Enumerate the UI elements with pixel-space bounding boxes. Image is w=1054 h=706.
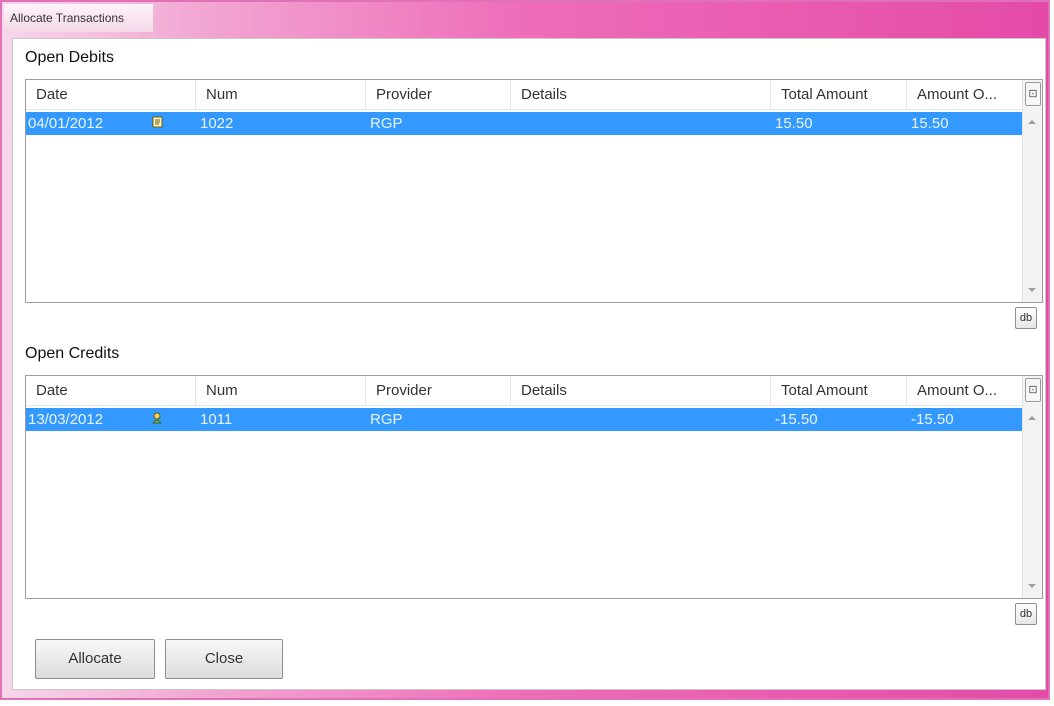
allocate-transactions-window: Allocate Transactions Open Debits Date N… (0, 0, 1050, 700)
column-header-details[interactable]: Details (511, 80, 771, 110)
open-credits-title: Open Credits (25, 345, 120, 362)
open-debits-header: Date Num Provider Details Total Amount A… (26, 80, 1024, 110)
cell-amount-outstanding: 15.50 (911, 115, 949, 132)
db-icon: db (1019, 608, 1033, 620)
open-credits-header: Date Num Provider Details Total Amount A… (26, 376, 1024, 406)
open-credits-scrollbar[interactable]: ⊡ (1022, 376, 1042, 598)
cell-num: 1022 (200, 115, 234, 132)
column-header-amount-outstanding[interactable]: Amount O... (907, 376, 1024, 406)
cell-details (513, 408, 515, 431)
open-debits-scrollbar[interactable]: ⊡ (1022, 80, 1042, 302)
scroll-down-arrow-icon[interactable] (1028, 288, 1036, 292)
cell-date: 13/03/2012 (28, 411, 104, 428)
column-header-total-amount[interactable]: Total Amount (771, 80, 907, 110)
cell-amount-outstanding: -15.50 (911, 411, 954, 428)
cell-provider: RGP (370, 411, 403, 428)
scroll-up-arrow-icon[interactable] (1028, 416, 1036, 420)
column-header-provider[interactable]: Provider (366, 80, 511, 110)
cell-date: 04/01/2012 (28, 115, 104, 132)
cell-total-amount: 15.50 (775, 115, 813, 132)
scroll-down-arrow-icon[interactable] (1028, 584, 1036, 588)
open-debits-title: Open Debits (25, 49, 114, 66)
grid-menu-icon[interactable]: ⊡ (1025, 378, 1041, 402)
cell-details (513, 112, 515, 135)
cell-total-amount: -15.50 (775, 411, 818, 428)
grid-menu-icon[interactable]: ⊡ (1025, 82, 1041, 106)
table-row[interactable]: 04/01/2012 1022 RGP 15.50 15.50 (26, 112, 1024, 135)
close-button[interactable]: Close (165, 639, 283, 679)
debits-db-button[interactable]: db (1015, 307, 1037, 329)
column-header-details[interactable]: Details (511, 376, 771, 406)
column-header-total-amount[interactable]: Total Amount (771, 376, 907, 406)
user-icon (152, 412, 163, 424)
open-credits-grid[interactable]: Date Num Provider Details Total Amount A… (25, 375, 1043, 599)
document-icon (152, 116, 163, 128)
column-header-provider[interactable]: Provider (366, 376, 511, 406)
column-header-num[interactable]: Num (196, 80, 366, 110)
allocate-button[interactable]: Allocate (35, 639, 155, 679)
table-row[interactable]: 13/03/2012 1011 RGP -15.50 -15.50 (26, 408, 1024, 431)
window-title: Allocate Transactions (4, 4, 154, 32)
window-client-area: Open Debits Date Num Provider Details To… (12, 38, 1046, 690)
cell-num: 1011 (200, 411, 233, 428)
cell-provider: RGP (370, 115, 403, 132)
column-header-date[interactable]: Date (26, 80, 196, 110)
credits-db-button[interactable]: db (1015, 603, 1037, 625)
db-icon: db (1019, 312, 1033, 324)
column-header-date[interactable]: Date (26, 376, 196, 406)
scroll-up-arrow-icon[interactable] (1028, 120, 1036, 124)
open-debits-grid[interactable]: Date Num Provider Details Total Amount A… (25, 79, 1043, 303)
column-header-amount-outstanding[interactable]: Amount O... (907, 80, 1024, 110)
column-header-num[interactable]: Num (196, 376, 366, 406)
